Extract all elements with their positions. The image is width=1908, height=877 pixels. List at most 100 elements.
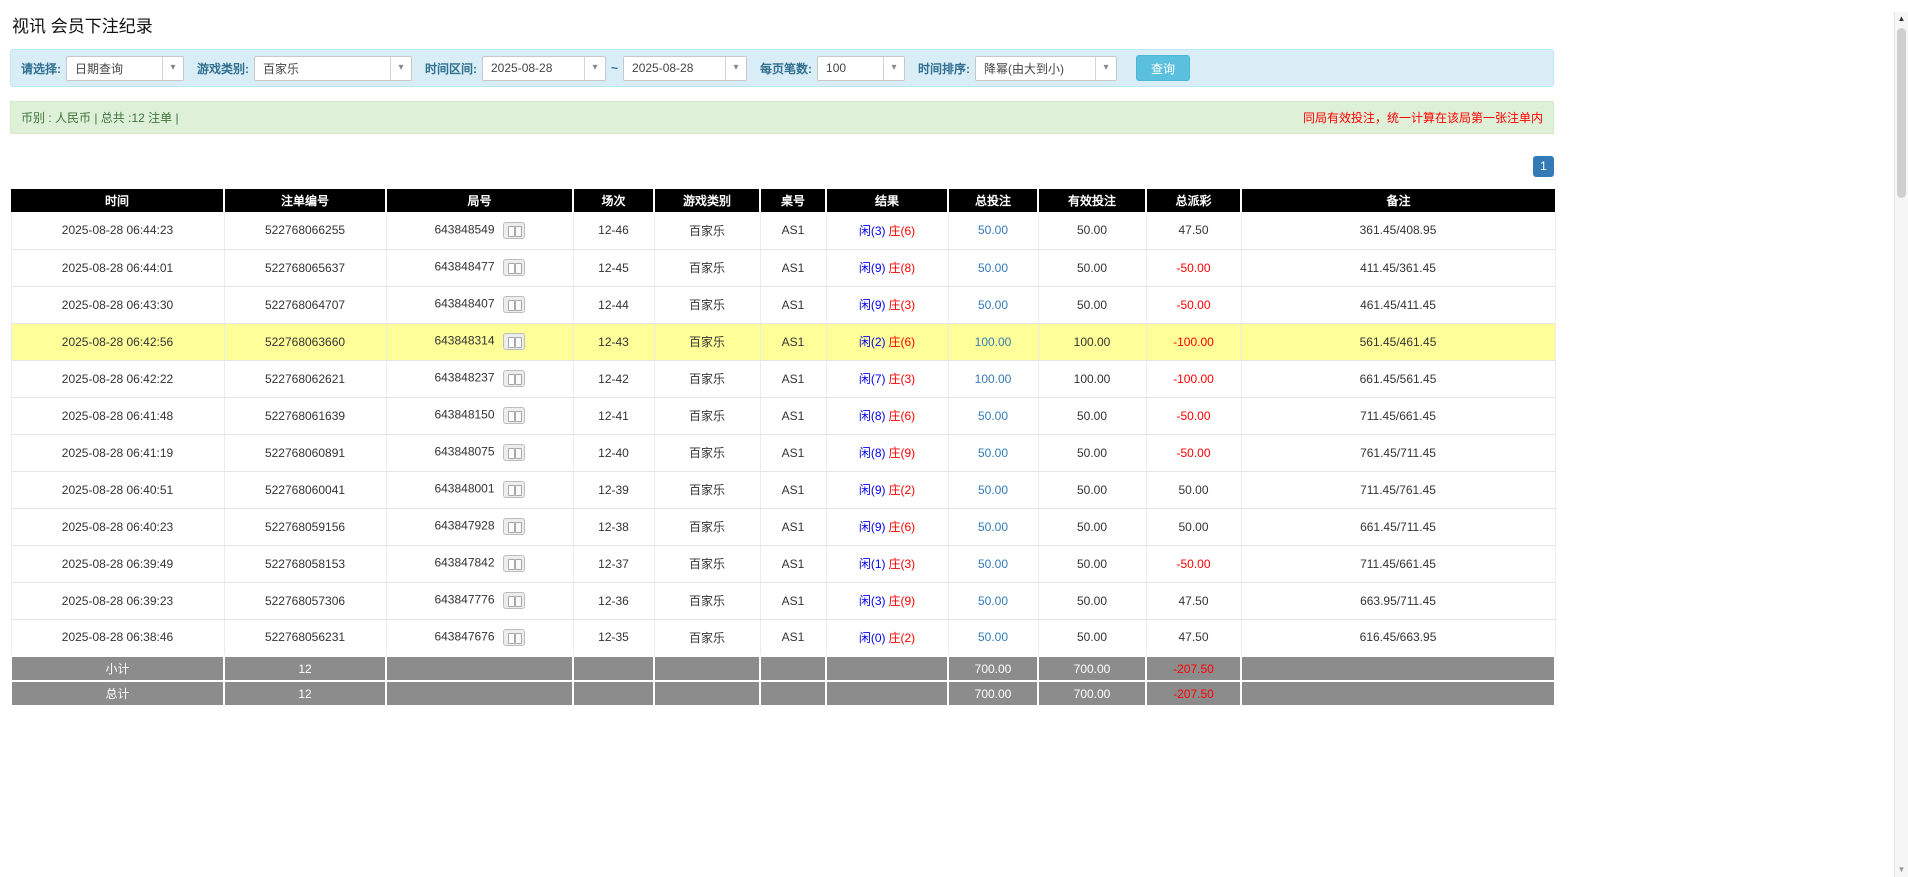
cell-round-id: 643848477 [386, 249, 573, 286]
round-id-value: 643848549 [434, 222, 494, 236]
total-bet-link[interactable]: 50.00 [978, 630, 1008, 644]
round-id-value: 643847776 [434, 593, 494, 607]
cell-payout: 47.50 [1146, 212, 1241, 249]
cards-preview-icon[interactable] [503, 407, 525, 424]
game-type-value: 百家乐 [255, 60, 307, 77]
cards-preview-icon[interactable] [503, 555, 525, 572]
cards-preview-icon[interactable] [503, 481, 525, 498]
round-id-value: 643848314 [434, 334, 494, 348]
cards-preview-icon[interactable] [503, 222, 525, 239]
cell-time: 2025-08-28 06:40:51 [11, 471, 224, 508]
banker-result: 庄(3) [889, 557, 916, 571]
total-bet-link[interactable]: 100.00 [975, 372, 1012, 386]
cell-total-bet: 50.00 [948, 434, 1038, 471]
search-button[interactable]: 查询 [1136, 55, 1190, 81]
cell-round-id: 643847928 [386, 508, 573, 545]
cell-time: 2025-08-28 06:41:48 [11, 397, 224, 434]
cell-session: 12-39 [573, 471, 654, 508]
total-bet-link[interactable]: 50.00 [978, 298, 1008, 312]
total-bet-link[interactable]: 50.00 [978, 223, 1008, 237]
table-row: 2025-08-28 06:44:23 522768066255 6438485… [11, 212, 1555, 249]
currency-summary: 币别 : 人民币 | 总共 :12 注单 | [21, 109, 179, 126]
cards-preview-icon[interactable] [503, 629, 525, 646]
scrollbar[interactable]: ▲ ▼ [1894, 12, 1908, 877]
date-from-value: 2025-08-28 [483, 61, 560, 75]
cell-table-no: AS1 [760, 286, 826, 323]
cell-time: 2025-08-28 06:42:56 [11, 323, 224, 360]
cell-time: 2025-08-28 06:44:23 [11, 212, 224, 249]
round-id-value: 643848407 [434, 297, 494, 311]
cards-preview-icon[interactable] [503, 518, 525, 535]
cell-table-no: AS1 [760, 249, 826, 286]
subtotal-valid-bet: 700.00 [1038, 656, 1146, 681]
cell-session: 12-36 [573, 582, 654, 619]
total-bet-link[interactable]: 50.00 [978, 594, 1008, 608]
table-row: 2025-08-28 06:41:48 522768061639 6438481… [11, 397, 1555, 434]
date-from-field[interactable]: 2025-08-28 ▾ [482, 56, 606, 81]
cell-valid-bet: 50.00 [1038, 508, 1146, 545]
total-bet-link[interactable]: 50.00 [978, 261, 1008, 275]
cards-preview-icon[interactable] [503, 592, 525, 609]
banker-result: 庄(8) [889, 261, 916, 275]
cell-remark: 411.45/361.45 [1241, 249, 1555, 286]
cell-valid-bet: 50.00 [1038, 249, 1146, 286]
cards-preview-icon[interactable] [503, 333, 525, 350]
round-id-value: 643848237 [434, 371, 494, 385]
cell-table-no: AS1 [760, 582, 826, 619]
cell-valid-bet: 50.00 [1038, 619, 1146, 656]
date-range-separator: ~ [611, 61, 618, 75]
col-table-no: 桌号 [760, 189, 826, 212]
cell-time: 2025-08-28 06:38:46 [11, 619, 224, 656]
cell-payout: -50.00 [1146, 249, 1241, 286]
cards-preview-icon[interactable] [503, 444, 525, 461]
total-bet-link[interactable]: 100.00 [975, 335, 1012, 349]
cards-preview-icon[interactable] [503, 296, 525, 313]
cell-remark: 661.45/711.45 [1241, 508, 1555, 545]
round-id-value: 643847842 [434, 556, 494, 570]
total-bet-link[interactable]: 50.00 [978, 557, 1008, 571]
total-bet-link[interactable]: 50.00 [978, 409, 1008, 423]
query-type-label: 请选择: [21, 60, 61, 77]
cell-payout: 47.50 [1146, 582, 1241, 619]
subtotal-total-bet: 700.00 [948, 656, 1038, 681]
cell-payout: 50.00 [1146, 508, 1241, 545]
chevron-down-icon: ▾ [162, 56, 183, 81]
cell-result: 闲(0)庄(2) [826, 619, 948, 656]
col-remark: 备注 [1241, 189, 1555, 212]
cards-preview-icon[interactable] [503, 259, 525, 276]
date-to-field[interactable]: 2025-08-28 ▾ [623, 56, 747, 81]
cell-result: 闲(3)庄(6) [826, 212, 948, 249]
table-row: 2025-08-28 06:40:23 522768059156 6438479… [11, 508, 1555, 545]
scrollbar-thumb[interactable] [1897, 28, 1906, 198]
cell-session: 12-38 [573, 508, 654, 545]
banker-result: 庄(2) [889, 483, 916, 497]
cell-session: 12-45 [573, 249, 654, 286]
total-bet-link[interactable]: 50.00 [978, 483, 1008, 497]
cell-bet-id: 522768056231 [224, 619, 386, 656]
cell-session: 12-44 [573, 286, 654, 323]
table-row: 2025-08-28 06:42:22 522768062621 6438482… [11, 360, 1555, 397]
total-label: 总计 [11, 681, 224, 706]
scroll-down-icon[interactable]: ▼ [1895, 863, 1908, 877]
chevron-down-icon: ▾ [1095, 56, 1116, 81]
cell-remark: 461.45/411.45 [1241, 286, 1555, 323]
query-type-dropdown[interactable]: 日期查询 ▾ [66, 56, 184, 81]
cell-total-bet: 50.00 [948, 619, 1038, 656]
game-type-dropdown[interactable]: 百家乐 ▾ [254, 56, 412, 81]
total-bet-link[interactable]: 50.00 [978, 446, 1008, 460]
sort-order-dropdown[interactable]: 降幂(由大到小) ▾ [975, 56, 1117, 81]
banker-result: 庄(6) [889, 335, 916, 349]
table-body: 2025-08-28 06:44:23 522768066255 6438485… [11, 212, 1555, 656]
cell-session: 12-35 [573, 619, 654, 656]
cell-result: 闲(1)庄(3) [826, 545, 948, 582]
cell-bet-id: 522768062621 [224, 360, 386, 397]
page-size-dropdown[interactable]: 100 ▾ [817, 56, 905, 81]
table-row: 2025-08-28 06:39:23 522768057306 6438477… [11, 582, 1555, 619]
cards-preview-icon[interactable] [503, 370, 525, 387]
total-bet-link[interactable]: 50.00 [978, 520, 1008, 534]
table-row: 2025-08-28 06:42:56 522768063660 6438483… [11, 323, 1555, 360]
page-button-1[interactable]: 1 [1533, 156, 1554, 177]
cell-game-type: 百家乐 [654, 212, 760, 249]
scroll-up-icon[interactable]: ▲ [1895, 12, 1908, 26]
cell-valid-bet: 50.00 [1038, 471, 1146, 508]
